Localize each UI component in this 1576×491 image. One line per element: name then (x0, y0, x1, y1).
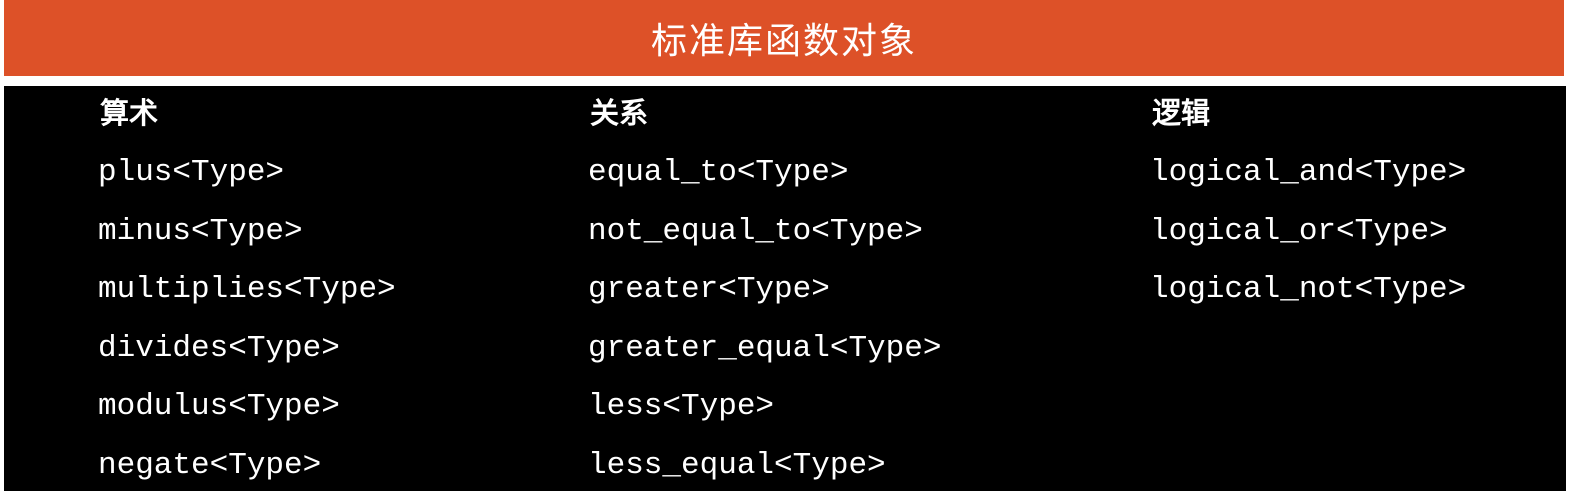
list-item: greater_equal<Type> (588, 330, 942, 366)
list-item: divides<Type> (98, 330, 340, 366)
slide-title: 标准库函数对象 (650, 21, 917, 62)
list-item: minus<Type> (98, 213, 303, 249)
slide: 标准库函数对象 算术 plus<Type> minus<Type> multip… (0, 0, 1576, 491)
list-item: less_equal<Type> (588, 447, 886, 483)
list-item: multiplies<Type> (98, 272, 396, 307)
function-object-table: 算术 plus<Type> minus<Type> multiplies<Typ… (4, 86, 1566, 491)
list-item: less<Type> (588, 389, 775, 424)
logical-heading: 逻辑 (1152, 96, 1211, 130)
list-item: logical_or<Type> (1150, 213, 1448, 249)
logical-list: logical_and<Type> logical_or<Type> logic… (1150, 154, 1466, 330)
list-item: logical_not<Type> (1150, 272, 1467, 307)
list-item: equal_to<Type> (588, 155, 849, 190)
relational-list: equal_to<Type> not_equal_to<Type> greate… (588, 154, 941, 491)
list-item: plus<Type> (98, 155, 285, 190)
list-item: logical_and<Type> (1150, 155, 1467, 190)
arithmetic-list: plus<Type> minus<Type> multiplies<Type> … (98, 154, 396, 491)
arithmetic-heading: 算术 (100, 96, 159, 130)
relational-heading: 关系 (590, 96, 649, 130)
list-item: modulus<Type> (98, 389, 340, 424)
title-bar: 标准库函数对象 (4, 0, 1564, 76)
list-item: not_equal_to<Type> (588, 213, 923, 249)
list-item: greater<Type> (588, 272, 830, 307)
list-item: negate<Type> (98, 447, 322, 483)
